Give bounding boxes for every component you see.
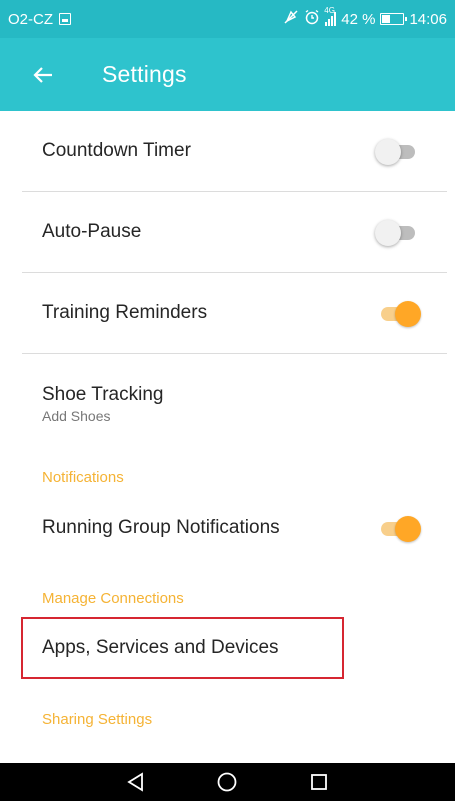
section-header-sharing-settings: Sharing Settings xyxy=(42,711,153,728)
navigation-bar xyxy=(0,763,455,801)
mute-icon xyxy=(283,9,299,29)
alarm-icon xyxy=(304,9,320,29)
page-title: Settings xyxy=(102,61,187,87)
setting-training-reminders[interactable]: Training Reminders xyxy=(22,273,447,354)
setting-label: Auto-Pause xyxy=(42,221,142,242)
setting-sublabel: Add Shoes xyxy=(42,408,111,424)
setting-label: Shoe Tracking xyxy=(42,384,164,405)
arrow-left-icon[interactable] xyxy=(14,38,72,111)
setting-label: Countdown Timer xyxy=(42,140,191,161)
running-group-toggle[interactable] xyxy=(377,515,421,542)
network-type: 4G xyxy=(324,6,335,15)
status-bar: O2-CZ 4G 42 % 14:06 xyxy=(0,0,455,38)
setting-running-group-notifications[interactable]: Running Group Notifications xyxy=(22,492,447,564)
auto-pause-toggle[interactable] xyxy=(375,219,421,246)
clock: 14:06 xyxy=(409,10,447,28)
back-triangle-icon[interactable] xyxy=(116,763,156,801)
battery-icon xyxy=(380,13,408,25)
sim-icon xyxy=(59,13,71,25)
section-header-manage-connections: Manage Connections xyxy=(42,590,184,607)
app-bar: Settings xyxy=(0,38,455,111)
signal-icon: 4G xyxy=(324,6,337,26)
carrier-name: O2-CZ xyxy=(8,10,53,28)
highlight-box xyxy=(21,617,344,679)
training-reminders-toggle[interactable] xyxy=(377,300,421,327)
countdown-timer-toggle[interactable] xyxy=(375,138,421,165)
section-header-notifications: Notifications xyxy=(42,469,124,486)
setting-label: Running Group Notifications xyxy=(42,517,280,538)
setting-auto-pause[interactable]: Auto-Pause xyxy=(22,192,447,273)
recents-square-icon[interactable] xyxy=(299,763,339,801)
setting-shoe-tracking[interactable]: Shoe Tracking Add Shoes xyxy=(22,354,447,454)
setting-label: Training Reminders xyxy=(42,302,208,323)
home-circle-icon[interactable] xyxy=(207,763,247,801)
setting-countdown-timer[interactable]: Countdown Timer xyxy=(22,111,447,192)
battery-percent: 42 % xyxy=(341,10,376,28)
